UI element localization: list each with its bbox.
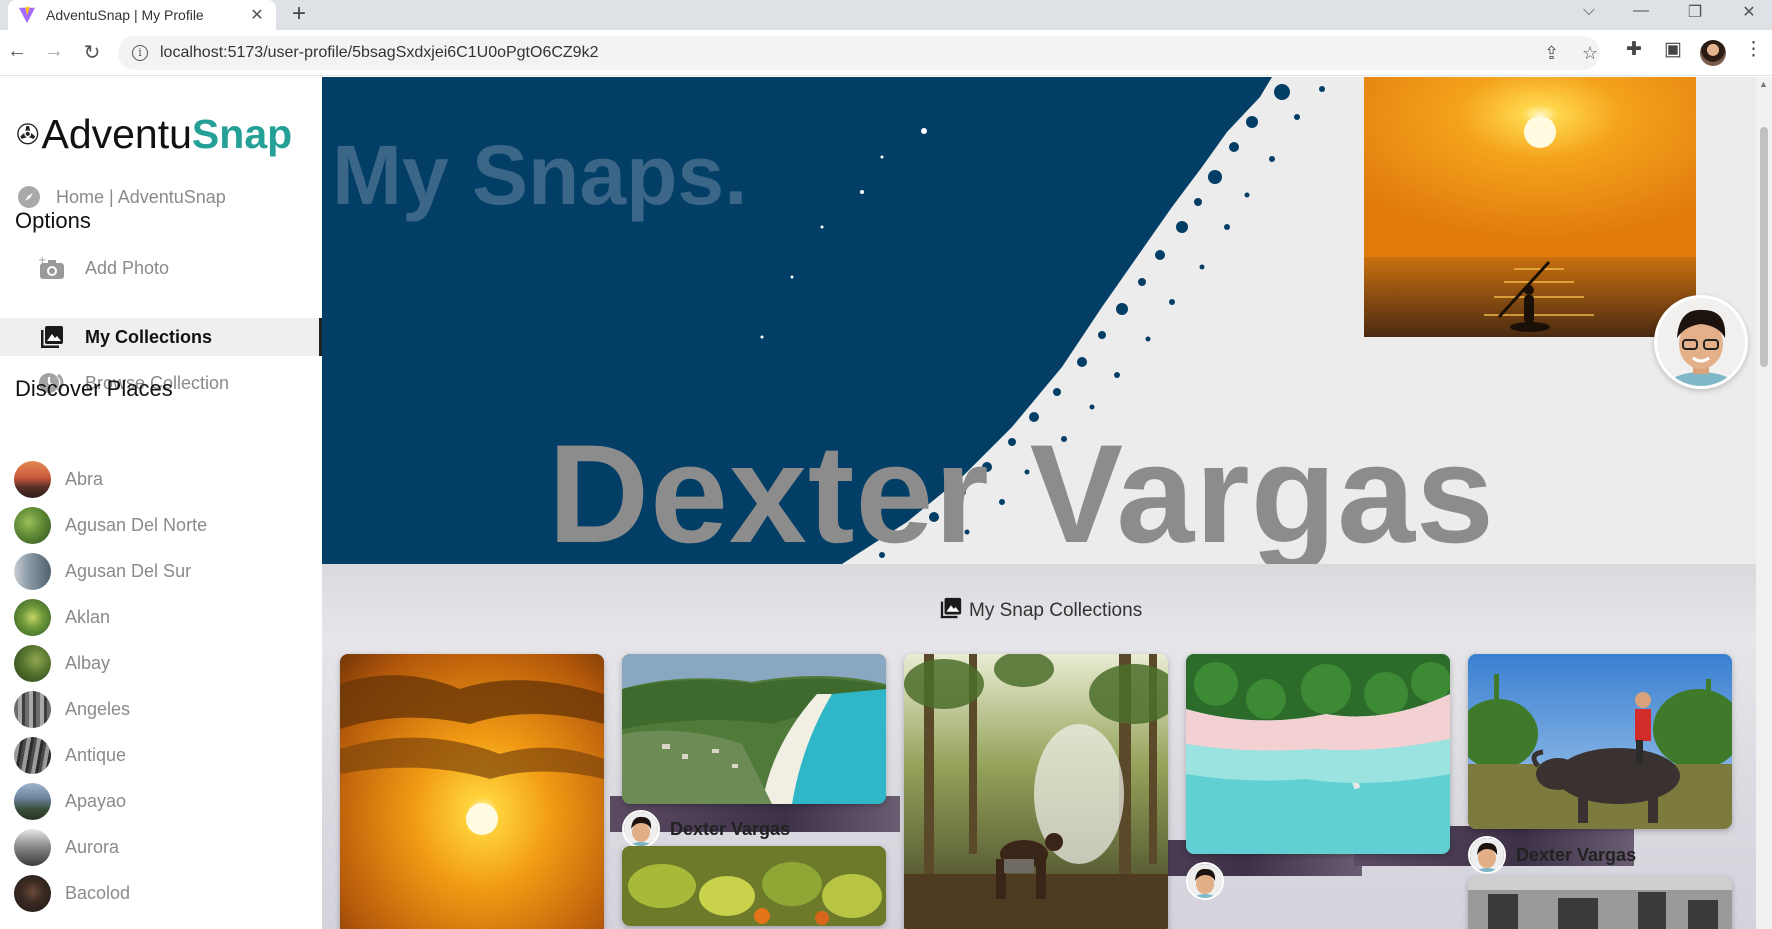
place-avatar <box>14 690 51 728</box>
vite-favicon-icon <box>18 6 36 24</box>
sidebar-item-add-photo[interactable]: + Add Photo <box>0 249 322 287</box>
place-label: Bacolod <box>65 882 131 903</box>
browser-tab[interactable]: AdventuSnap | My Profile ✕ <box>8 0 276 30</box>
place-item-angeles[interactable]: Angeles <box>14 690 130 728</box>
add-photo-icon: + <box>37 253 67 283</box>
share-icon[interactable]: ⇪ <box>1544 43 1559 64</box>
place-item-bacolod[interactable]: Bacolod <box>14 874 130 912</box>
snap-card[interactable] <box>1468 654 1732 829</box>
author-avatar <box>1468 836 1506 874</box>
place-label: Agusan Del Sur <box>65 560 192 581</box>
main-content: My Snaps. Dexter Vargas My Snap Collecti… <box>322 77 1756 929</box>
sidebar: ✇AdventuSnap Home | AdventuSnap Options … <box>0 77 322 929</box>
url-text: localhost:5173/user-profile/5bsagSxdxjei… <box>160 44 599 61</box>
scroll-up-icon[interactable]: ▲ <box>1759 79 1768 89</box>
snap-card[interactable] <box>340 654 604 929</box>
author-avatar <box>622 810 660 848</box>
restore-icon[interactable]: ❐ <box>1680 2 1710 22</box>
tab-close-icon[interactable]: ✕ <box>248 5 266 25</box>
place-item-antique[interactable]: Antique <box>14 736 126 774</box>
place-avatar <box>14 506 51 544</box>
home-link-label: Home | AdventuSnap <box>56 186 226 207</box>
profile-avatar[interactable] <box>1654 295 1748 389</box>
place-label: Angeles <box>65 698 131 719</box>
card-author[interactable]: Dexter Vargas <box>622 810 790 848</box>
forward-icon[interactable]: → <box>41 40 67 63</box>
extensions-icon[interactable]: ✚ <box>1626 38 1642 61</box>
tab-title: AdventuSnap | My Profile <box>46 7 204 23</box>
sunset-kayak-photo <box>1364 77 1696 337</box>
place-label: Aurora <box>65 836 120 857</box>
side-panel-icon[interactable]: ▣ <box>1664 38 1682 61</box>
place-item-agusan-del-norte[interactable]: Agusan Del Norte <box>14 506 207 544</box>
place-label: Aklan <box>65 606 111 627</box>
author-name: Dexter Vargas <box>670 818 791 839</box>
place-item-agusan-del-sur[interactable]: Agusan Del Sur <box>14 552 191 590</box>
close-window-icon[interactable]: ✕ <box>1734 2 1764 22</box>
snap-card[interactable] <box>1186 654 1450 854</box>
camera-aperture-icon: ✇ <box>16 119 40 150</box>
browser-profile-avatar[interactable] <box>1700 40 1726 66</box>
author-avatar <box>1186 862 1224 900</box>
app-logo[interactable]: ✇AdventuSnap <box>16 111 292 158</box>
new-tab-button[interactable]: + <box>292 2 306 26</box>
place-avatar <box>14 874 51 912</box>
place-item-apayao[interactable]: Apayao <box>14 782 126 820</box>
tab-search-icon[interactable]: ⌵ <box>1574 2 1604 20</box>
site-info-icon[interactable]: i <box>132 45 148 61</box>
address-bar[interactable]: i localhost:5173/user-profile/5bsagSxdxj… <box>118 36 1600 70</box>
place-item-aklan[interactable]: Aklan <box>14 598 110 636</box>
place-avatar <box>14 782 51 820</box>
card-author[interactable] <box>1186 862 1224 900</box>
place-avatar <box>14 736 51 774</box>
place-label: Agusan Del Norte <box>65 514 208 535</box>
place-avatar <box>14 828 51 866</box>
sidebar-item-my-collections[interactable]: My Collections <box>0 318 322 356</box>
place-avatar <box>14 644 51 682</box>
place-avatar <box>14 598 51 636</box>
place-item-aurora[interactable]: Aurora <box>14 828 119 866</box>
collections-heading-text: My Snap Collections <box>969 600 1143 621</box>
collections-section: My Snap Collections Dexter Vargas Dexter… <box>322 564 1756 929</box>
place-label: Apayao <box>65 790 127 811</box>
collections-heading: My Snap Collections <box>939 596 1142 626</box>
reload-icon[interactable]: ↻ <box>79 40 105 65</box>
author-name: Dexter Vargas <box>1516 844 1637 865</box>
sidebar-item-label: Add Photo <box>85 257 170 278</box>
hero-title: My Snaps. <box>332 128 748 222</box>
svg-text:+: + <box>38 255 46 266</box>
place-label: Antique <box>65 744 127 765</box>
page-scrollbar[interactable]: ▲ <box>1756 77 1772 929</box>
place-item-albay[interactable]: Albay <box>14 644 110 682</box>
browser-menu-icon[interactable]: ⋮ <box>1744 38 1763 61</box>
place-avatar <box>14 460 51 498</box>
back-icon[interactable]: ← <box>4 40 30 63</box>
snap-card[interactable] <box>622 654 886 804</box>
scrollbar-thumb[interactable] <box>1760 127 1768 367</box>
logo-text-plain: Adventu <box>41 111 192 157</box>
collections-icon <box>939 596 963 626</box>
minimize-icon[interactable]: — <box>1626 2 1656 20</box>
sidebar-item-label: My Collections <box>85 326 213 347</box>
snap-card[interactable] <box>622 846 886 926</box>
profile-name: Dexter Vargas <box>548 415 1495 564</box>
collections-icon <box>37 322 67 352</box>
bookmark-star-icon[interactable]: ☆ <box>1582 43 1598 64</box>
card-author[interactable]: Dexter Vargas <box>1468 836 1636 874</box>
profile-hero: My Snaps. Dexter Vargas <box>322 77 1756 564</box>
snap-card[interactable] <box>1468 876 1732 929</box>
browser-tab-bar: AdventuSnap | My Profile ✕ + ⌵ — ❐ ✕ <box>0 0 1772 30</box>
place-label: Albay <box>65 652 111 673</box>
snap-card[interactable] <box>904 654 1168 929</box>
place-item-abra[interactable]: Abra <box>14 460 103 498</box>
browser-toolbar: ← → ↻ i localhost:5173/user-profile/5bsa… <box>0 30 1772 76</box>
place-avatar <box>14 552 51 590</box>
logo-text-accent: Snap <box>191 111 293 157</box>
place-label: Abra <box>65 468 104 489</box>
options-heading: Options <box>15 208 91 233</box>
discover-places-heading: Discover Places <box>15 376 173 401</box>
